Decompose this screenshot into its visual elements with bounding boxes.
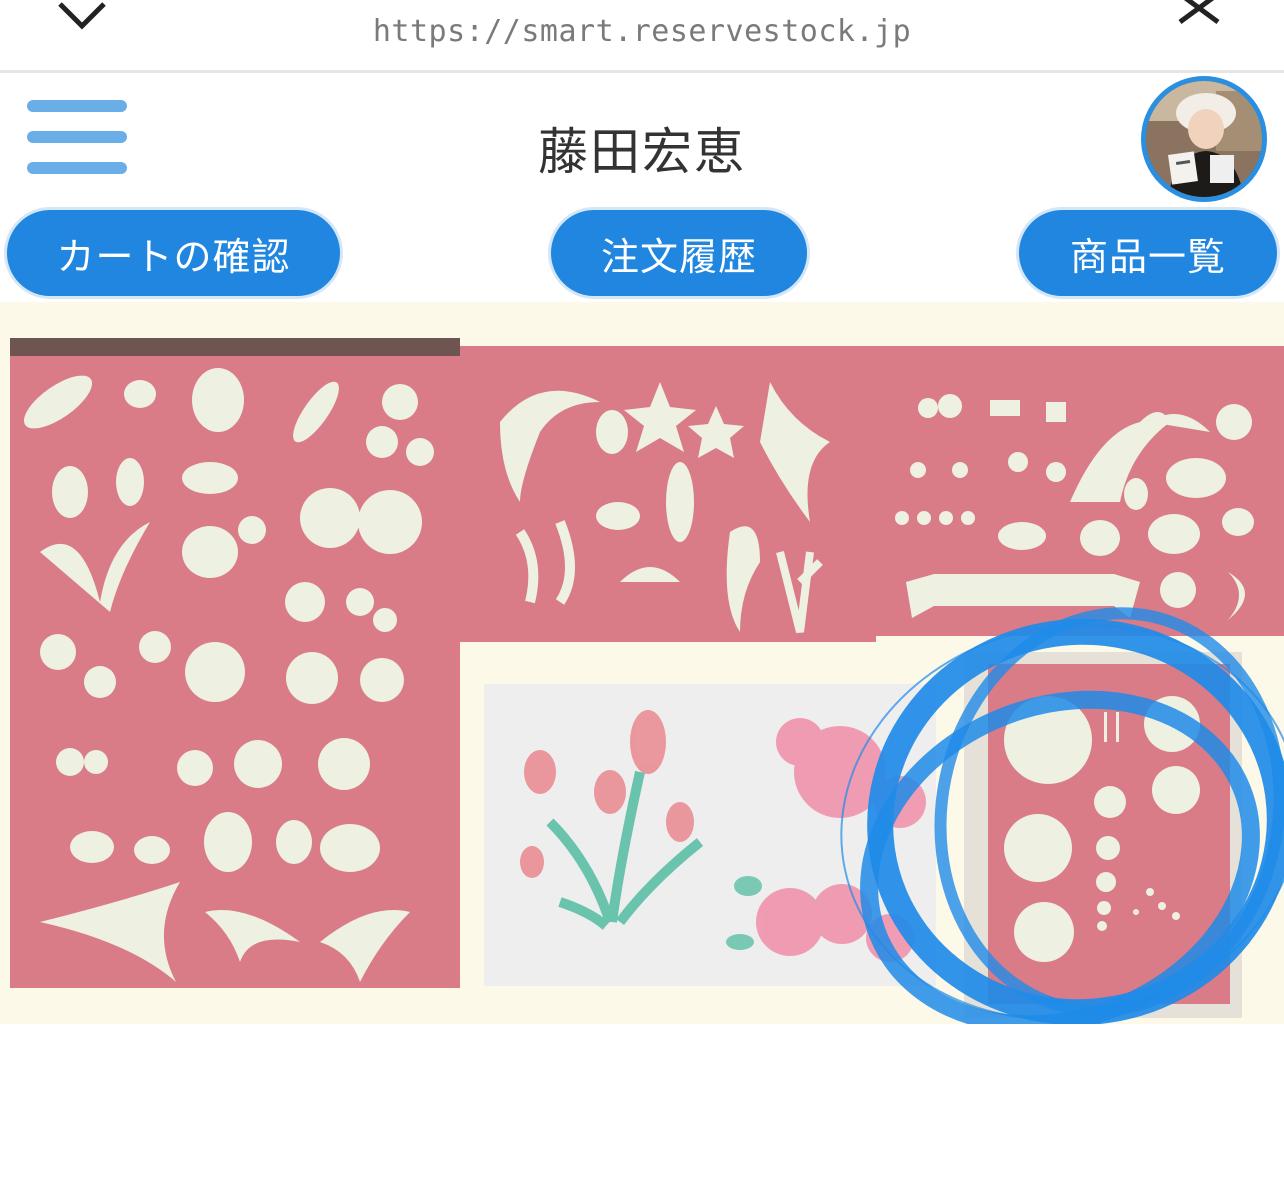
browser-url[interactable]: https://smart.reservestock.jp bbox=[0, 14, 1284, 49]
menu-bar bbox=[27, 100, 127, 112]
avatar[interactable] bbox=[1141, 76, 1267, 202]
browser-topbar: https://smart.reservestock.jp bbox=[0, 0, 1284, 73]
stencil-sheets-image bbox=[0, 302, 1284, 1024]
avatar-photo-icon bbox=[1146, 81, 1262, 197]
product-list-button[interactable]: 商品一覧 bbox=[1016, 207, 1280, 299]
cart-button[interactable]: カートの確認 bbox=[4, 207, 343, 299]
page-title: 藤田宏恵 bbox=[538, 123, 746, 181]
sea-stencil-sheet bbox=[460, 346, 876, 642]
flower-stencil-sheet bbox=[10, 338, 460, 988]
order-history-button[interactable]: 注文履歴 bbox=[548, 207, 810, 299]
animal-stencil-sheet bbox=[876, 346, 1284, 636]
close-icon[interactable] bbox=[1172, 0, 1224, 34]
